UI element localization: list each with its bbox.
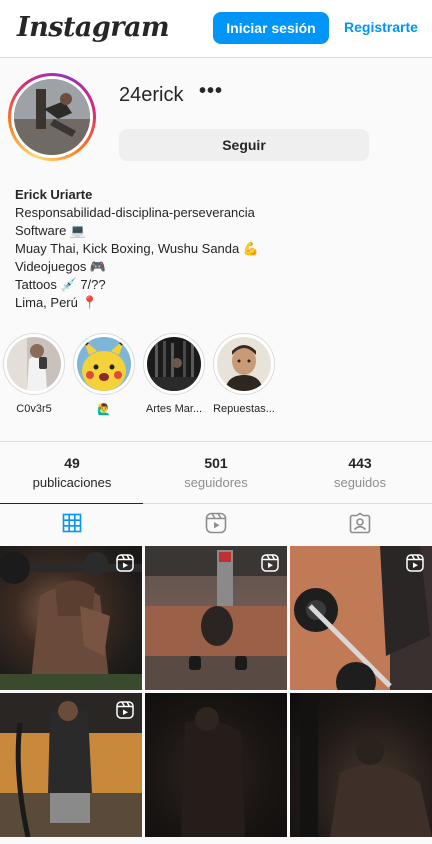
reel-badge-icon (116, 701, 134, 719)
stat-label: seguidores (184, 475, 248, 490)
post-thumbnail[interactable] (290, 546, 432, 690)
tab-reels[interactable] (144, 504, 288, 547)
profile-tabs (0, 503, 432, 546)
stat-label: publicaciones (32, 475, 112, 490)
highlight-cover-image (7, 337, 61, 391)
login-button[interactable]: Iniciar sesión (213, 12, 329, 44)
tab-tagged[interactable] (288, 504, 432, 547)
following-count[interactable]: 443 seguidos (288, 455, 432, 490)
profile-avatar[interactable] (8, 73, 96, 161)
follow-button[interactable]: Seguir (119, 129, 369, 161)
bio-line: Muay Thai, Kick Boxing, Wushu Sanda 💪 (15, 241, 260, 256)
posts-count[interactable]: 49 publicaciones (0, 455, 144, 490)
more-options-icon[interactable]: ••• (199, 80, 223, 103)
post-thumbnail[interactable] (0, 693, 142, 837)
profile-username: 24erick (119, 84, 184, 106)
highlight-label: Artes Mar... (145, 403, 203, 415)
post-thumbnail[interactable] (145, 546, 287, 690)
post-thumbnail[interactable] (0, 546, 142, 690)
stat-value: 501 (204, 455, 228, 471)
reels-icon (205, 512, 227, 539)
highlight-label: C0v3r5 (16, 403, 52, 415)
tagged-icon (349, 512, 371, 539)
profile-full-name: Erick Uriarte (15, 187, 93, 202)
followers-count[interactable]: 501 seguidores (144, 455, 288, 490)
avatar-image (14, 79, 90, 155)
bio-line: Videojuegos 🎮 (15, 259, 107, 274)
reel-badge-icon (406, 554, 424, 572)
highlight-cover-image (217, 337, 271, 391)
highlight-item[interactable]: C0v3r5 (1, 333, 67, 415)
top-bar: Instagram Iniciar sesión Registrarte (0, 0, 432, 58)
post-thumbnail[interactable] (145, 693, 287, 837)
stat-value: 443 (348, 455, 372, 471)
tab-posts[interactable] (0, 504, 144, 547)
profile-stats: 49 publicaciones 501 seguidores 443 segu… (0, 441, 432, 503)
bio-line: Lima, Perú 📍 (15, 295, 98, 310)
highlight-label: 🙋‍♂️ (97, 404, 111, 416)
highlight-label: Repuestas... (213, 403, 275, 415)
profile-bio: Erick Uriarte Responsabilidad-disciplina… (15, 186, 259, 312)
highlight-cover-image (147, 337, 201, 391)
register-link[interactable]: Registrarte (344, 19, 418, 35)
reel-badge-icon (116, 554, 134, 572)
bio-line: Software 💻 (15, 223, 87, 238)
reel-badge-icon (261, 554, 279, 572)
post-thumbnail[interactable] (290, 693, 432, 837)
stat-label: seguidos (333, 475, 387, 490)
highlight-cover-image (77, 337, 131, 391)
bio-line: Responsabilidad-disciplina-perseverancia (15, 205, 255, 220)
stat-value: 49 (64, 455, 80, 471)
bio-line: Tattoos 💉 7/?? (15, 277, 106, 292)
highlight-item[interactable]: Artes Mar... (141, 333, 207, 415)
grid-icon (62, 513, 82, 538)
story-highlights: C0v3r5 🙋‍♂️ (0, 333, 432, 423)
highlight-item[interactable]: Repuestas... (211, 333, 277, 415)
instagram-logo[interactable]: Instagram (17, 12, 170, 43)
highlight-item[interactable]: 🙋‍♂️ (71, 333, 137, 416)
